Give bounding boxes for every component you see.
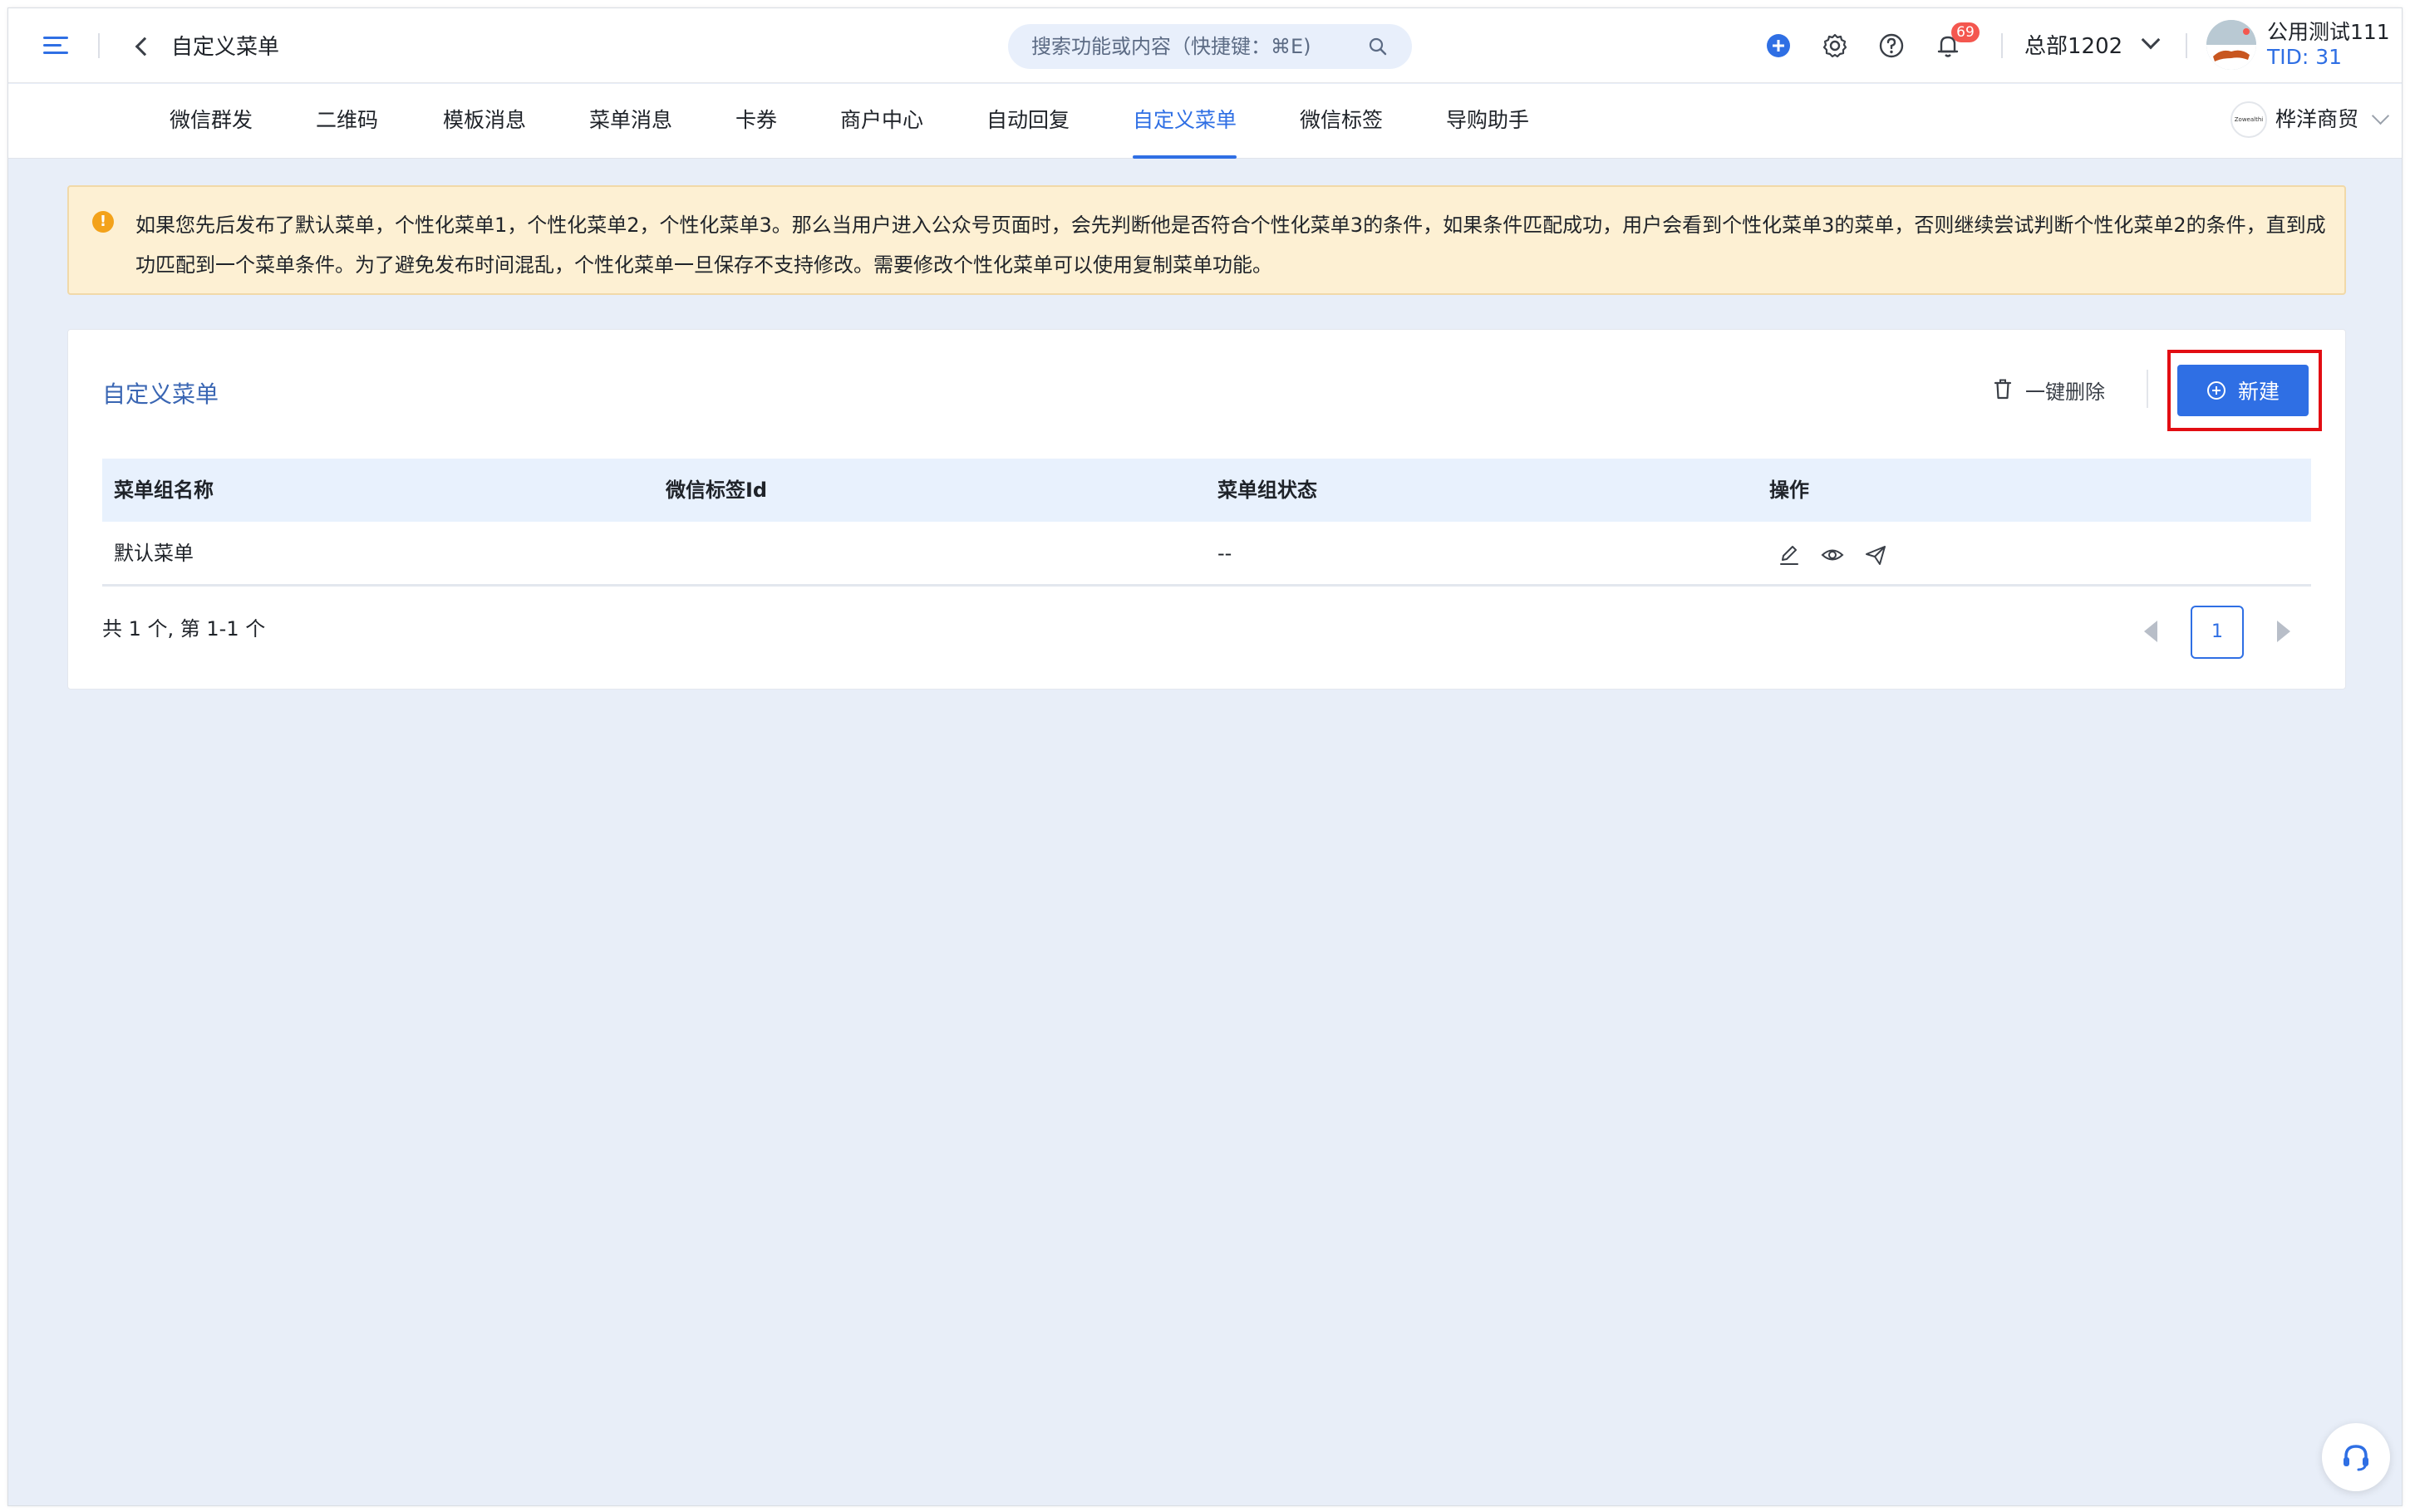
page-title: 自定义菜单 [171,35,280,60]
plus-circle-icon [2206,381,2226,400]
divider [98,33,100,58]
publish-send-icon[interactable] [1864,543,1887,567]
shop-logo: Zowealthi [2230,101,2267,138]
settings-gear-icon[interactable] [1820,31,1850,61]
tab-menu-message[interactable]: 菜单消息 [589,84,672,159]
user-name: 公用测试111 [2267,20,2390,44]
preview-eye-icon[interactable] [1821,543,1844,567]
back-arrow-icon[interactable] [135,37,155,56]
tab-custom-menu[interactable]: 自定义菜单 [1133,84,1237,159]
page-number-button[interactable]: 1 [2191,606,2244,659]
card-title: 自定义菜单 [102,380,219,408]
app-window: 自定义菜单 69 总部1202 [7,7,2403,1506]
delete-all-label: 一键删除 [2025,380,2105,404]
new-menu-button[interactable]: 新建 [2177,365,2309,416]
user-tid: TID: 31 [2267,45,2343,69]
headset-icon [2344,1445,2368,1471]
search-input[interactable] [1008,24,1412,69]
tab-template-message[interactable]: 模板消息 [443,84,526,159]
tab-wechat-broadcast[interactable]: 微信群发 [170,84,253,159]
next-page-icon[interactable] [2277,621,2290,642]
tab-shopping-assistant[interactable]: 导购助手 [1446,84,1529,159]
top-bar: 自定义菜单 69 总部1202 [8,8,2402,83]
edit-pencil-icon[interactable] [1778,543,1801,567]
search-box[interactable] [1008,24,1412,69]
warning-icon: ! [92,211,114,233]
divider [2147,370,2148,408]
prev-page-icon[interactable] [2144,621,2157,642]
add-circle-icon[interactable] [1763,31,1793,61]
column-header-tag-id: 微信标签Id [666,479,768,502]
trash-icon [1994,379,2012,400]
tab-wechat-tags[interactable]: 微信标签 [1300,84,1383,159]
cell-menu-name: 默认菜单 [114,542,194,565]
search-icon[interactable] [1369,37,1387,56]
alert-text: 如果您先后发布了默认菜单，个性化菜单1，个性化菜单2，个性化菜单3。那么当用户进… [135,214,2326,277]
tab-merchant-center[interactable]: 商户中心 [840,84,923,159]
divider [2186,33,2187,58]
column-header-status: 菜单组状态 [1217,479,1317,502]
help-question-icon[interactable] [1876,31,1906,61]
info-alert: ! 如果您先后发布了默认菜单，个性化菜单1，个性化菜单2，个性化菜单3。那么当用… [67,185,2346,295]
module-tabs: 微信群发 二维码 模板消息 菜单消息 卡券 商户中心 自动回复 自定义菜单 微信… [8,84,2402,159]
table-header: 菜单组名称 微信标签Id 菜单组状态 操作 [102,459,2311,522]
cell-status: -- [1217,542,1232,565]
notification-badge: 69 [1951,22,1980,42]
column-header-actions: 操作 [1769,479,1809,502]
chevron-down-icon[interactable] [2141,30,2161,50]
column-header-name: 菜单组名称 [114,479,214,502]
pagination-total: 共 1 个, 第 1-1 个 [102,617,266,641]
delete-all-button[interactable]: 一键删除 [1994,373,2105,406]
org-selector-label[interactable]: 总部1202 [2024,32,2122,61]
tab-qrcode[interactable]: 二维码 [316,84,378,159]
menu-toggle-icon[interactable] [43,37,68,55]
custom-menu-card: 自定义菜单 一键删除 新建 菜单组名称 微信标签Id 菜单组状态 操作 默认菜单… [67,329,2346,690]
customer-support-button[interactable] [2322,1423,2390,1491]
table-row: 默认菜单 -- [102,522,2311,587]
user-avatar[interactable] [2206,20,2256,70]
new-button-label: 新建 [2237,380,2280,404]
menu-group-table: 菜单组名称 微信标签Id 菜单组状态 操作 默认菜单 -- [102,459,2311,587]
divider [2001,33,2003,58]
shop-selector-label[interactable]: 桦洋商贸 [2275,106,2358,133]
tab-auto-reply[interactable]: 自动回复 [986,84,1070,159]
tab-coupons[interactable]: 卡券 [735,84,777,159]
